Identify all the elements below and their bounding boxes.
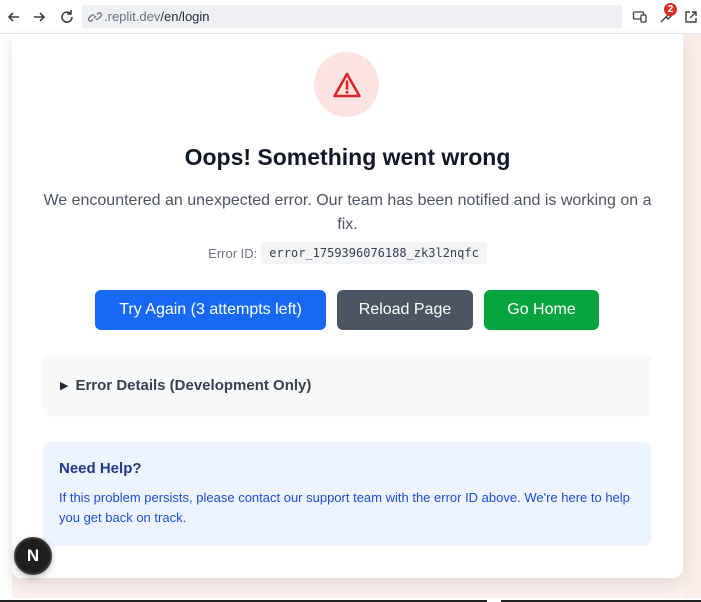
page-title: Oops! Something went wrong <box>184 144 511 170</box>
forward-arrow-icon[interactable] <box>29 7 49 27</box>
reload-page-button[interactable]: Reload Page <box>337 290 473 330</box>
page-background-right <box>684 34 701 602</box>
error-id-value: error_1759396076188_zk3l2nqfc <box>261 242 487 264</box>
warning-icon-container <box>314 52 379 117</box>
warning-triangle-icon <box>332 72 361 97</box>
browser-toolbar: .replit.dev/en/login 2 <box>0 0 701 34</box>
error-details-label: Error Details (Development Only) <box>75 376 312 394</box>
page-background-left <box>0 34 12 602</box>
link-icon <box>88 10 102 24</box>
back-arrow-icon[interactable] <box>4 7 24 27</box>
error-description: We encountered an unexpected error. Our … <box>43 192 652 233</box>
nextjs-dev-indicator[interactable]: N <box>14 537 52 575</box>
bottom-border <box>0 598 701 602</box>
reload-icon[interactable] <box>57 7 77 27</box>
open-external-icon[interactable] <box>681 7 701 27</box>
expand-triangle-icon: ▶ <box>60 379 69 392</box>
help-text: If this problem persists, please contact… <box>59 490 630 525</box>
try-again-button[interactable]: Try Again (3 attempts left) <box>95 290 326 330</box>
go-home-button[interactable]: Go Home <box>484 290 599 330</box>
help-title: Need Help? <box>59 460 142 477</box>
url-path: /en/login <box>160 9 210 24</box>
error-card: Oops! Something went wrong We encountere… <box>12 34 683 578</box>
error-details-toggle[interactable]: ▶ Error Details (Development Only) <box>43 353 651 417</box>
url-host: .replit.dev <box>104 9 161 24</box>
error-id-label: Error ID: <box>208 245 258 261</box>
help-box: Need Help? If this problem persists, ple… <box>43 442 651 546</box>
extension-badge: 2 <box>664 3 677 16</box>
address-bar[interactable]: .replit.dev/en/login <box>82 5 622 28</box>
error-id-row: Error ID: error_1759396076188_zk3l2nqfc <box>12 242 683 264</box>
screen-cast-icon[interactable] <box>630 7 650 27</box>
